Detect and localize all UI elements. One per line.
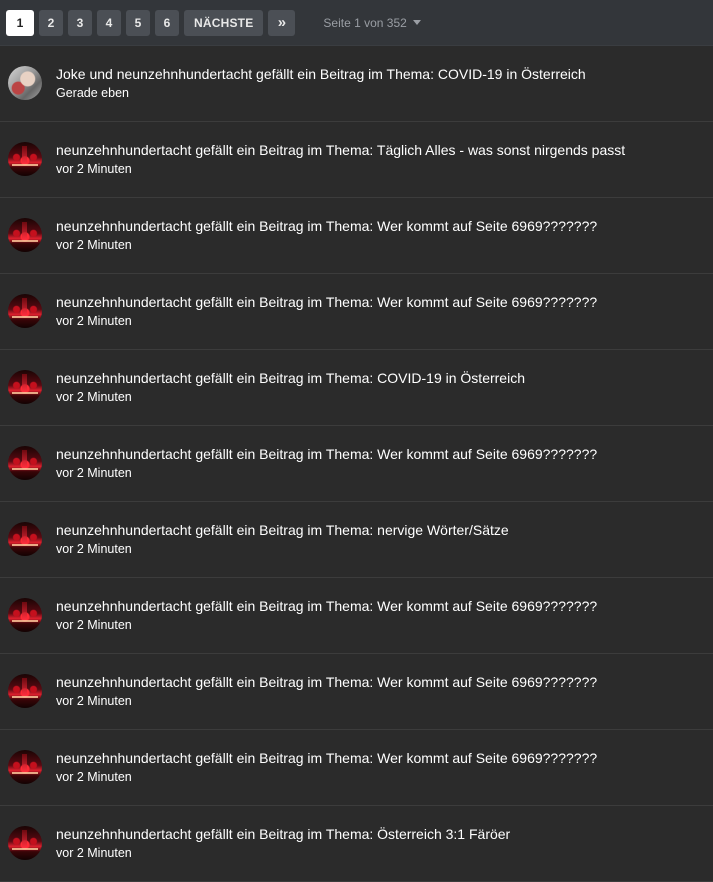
- user-avatar[interactable]: [8, 142, 42, 176]
- activity-text[interactable]: neunzehnhundertacht gefällt ein Beitrag …: [56, 294, 597, 311]
- last-page-button[interactable]: »: [268, 9, 296, 36]
- user-avatar[interactable]: [8, 370, 42, 404]
- activity-content: neunzehnhundertacht gefällt ein Beitrag …: [56, 598, 597, 633]
- activity-text[interactable]: neunzehnhundertacht gefällt ein Beitrag …: [56, 826, 510, 843]
- activity-content: neunzehnhundertacht gefällt ein Beitrag …: [56, 446, 597, 481]
- activity-time: vor 2 Minuten: [56, 694, 132, 708]
- activity-item: neunzehnhundertacht gefällt ein Beitrag …: [0, 502, 713, 578]
- activity-time: vor 2 Minuten: [56, 846, 132, 860]
- activity-time: vor 2 Minuten: [56, 770, 132, 784]
- activity-item: Joke und neunzehnhundertacht gefällt ein…: [0, 46, 713, 122]
- activity-text[interactable]: neunzehnhundertacht gefällt ein Beitrag …: [56, 522, 509, 539]
- activity-item: neunzehnhundertacht gefällt ein Beitrag …: [0, 122, 713, 198]
- activity-list: Joke und neunzehnhundertacht gefällt ein…: [0, 46, 713, 882]
- activity-text[interactable]: neunzehnhundertacht gefällt ein Beitrag …: [56, 750, 597, 767]
- caret-down-icon: [412, 20, 421, 25]
- activity-content: Joke und neunzehnhundertacht gefällt ein…: [56, 66, 586, 101]
- activity-content: neunzehnhundertacht gefällt ein Beitrag …: [56, 142, 625, 177]
- activity-time: vor 2 Minuten: [56, 314, 132, 328]
- activity-item: neunzehnhundertacht gefällt ein Beitrag …: [0, 274, 713, 350]
- activity-text[interactable]: neunzehnhundertacht gefällt ein Beitrag …: [56, 598, 597, 615]
- activity-content: neunzehnhundertacht gefällt ein Beitrag …: [56, 522, 509, 557]
- page-button-1[interactable]: 1: [6, 9, 34, 36]
- activity-item: neunzehnhundertacht gefällt ein Beitrag …: [0, 730, 713, 806]
- activity-item: neunzehnhundertacht gefällt ein Beitrag …: [0, 350, 713, 426]
- activity-text[interactable]: neunzehnhundertacht gefällt ein Beitrag …: [56, 446, 597, 463]
- pagination-bar: 1 2 3 4 5 6 NÄCHSTE » Seite 1 von 352: [0, 0, 713, 46]
- page-info-label: Seite 1 von 352: [323, 15, 407, 30]
- user-avatar[interactable]: [8, 446, 42, 480]
- activity-text[interactable]: neunzehnhundertacht gefällt ein Beitrag …: [56, 370, 525, 387]
- activity-time: vor 2 Minuten: [56, 542, 132, 556]
- activity-text[interactable]: neunzehnhundertacht gefällt ein Beitrag …: [56, 218, 597, 235]
- activity-content: neunzehnhundertacht gefällt ein Beitrag …: [56, 674, 597, 709]
- activity-content: neunzehnhundertacht gefällt ein Beitrag …: [56, 750, 597, 785]
- activity-content: neunzehnhundertacht gefällt ein Beitrag …: [56, 294, 597, 329]
- page-button-6[interactable]: 6: [155, 9, 179, 36]
- page-button-4[interactable]: 4: [97, 9, 121, 36]
- activity-text[interactable]: neunzehnhundertacht gefällt ein Beitrag …: [56, 142, 625, 159]
- page-jump-dropdown[interactable]: Seite 1 von 352: [323, 15, 421, 30]
- user-avatar[interactable]: [8, 598, 42, 632]
- activity-time: vor 2 Minuten: [56, 390, 132, 404]
- activity-item: neunzehnhundertacht gefällt ein Beitrag …: [0, 806, 713, 882]
- activity-item: neunzehnhundertacht gefällt ein Beitrag …: [0, 426, 713, 502]
- user-avatar[interactable]: [8, 750, 42, 784]
- next-page-button[interactable]: NÄCHSTE: [184, 9, 264, 36]
- activity-item: neunzehnhundertacht gefällt ein Beitrag …: [0, 578, 713, 654]
- activity-time: vor 2 Minuten: [56, 618, 132, 632]
- activity-text[interactable]: Joke und neunzehnhundertacht gefällt ein…: [56, 66, 586, 83]
- page-button-5[interactable]: 5: [126, 9, 150, 36]
- activity-item: neunzehnhundertacht gefällt ein Beitrag …: [0, 654, 713, 730]
- user-avatar[interactable]: [8, 522, 42, 556]
- activity-time: vor 2 Minuten: [56, 466, 132, 480]
- activity-time: Gerade eben: [56, 86, 129, 100]
- activity-time: vor 2 Minuten: [56, 162, 132, 176]
- user-avatar[interactable]: [8, 294, 42, 328]
- activity-content: neunzehnhundertacht gefällt ein Beitrag …: [56, 826, 510, 861]
- activity-content: neunzehnhundertacht gefällt ein Beitrag …: [56, 370, 525, 405]
- activity-text[interactable]: neunzehnhundertacht gefällt ein Beitrag …: [56, 674, 597, 691]
- user-avatar[interactable]: [8, 66, 42, 100]
- activity-time: vor 2 Minuten: [56, 238, 132, 252]
- user-avatar[interactable]: [8, 674, 42, 708]
- page-button-3[interactable]: 3: [68, 9, 92, 36]
- activity-content: neunzehnhundertacht gefällt ein Beitrag …: [56, 218, 597, 253]
- page-button-2[interactable]: 2: [39, 9, 63, 36]
- activity-item: neunzehnhundertacht gefällt ein Beitrag …: [0, 198, 713, 274]
- user-avatar[interactable]: [8, 826, 42, 860]
- user-avatar[interactable]: [8, 218, 42, 252]
